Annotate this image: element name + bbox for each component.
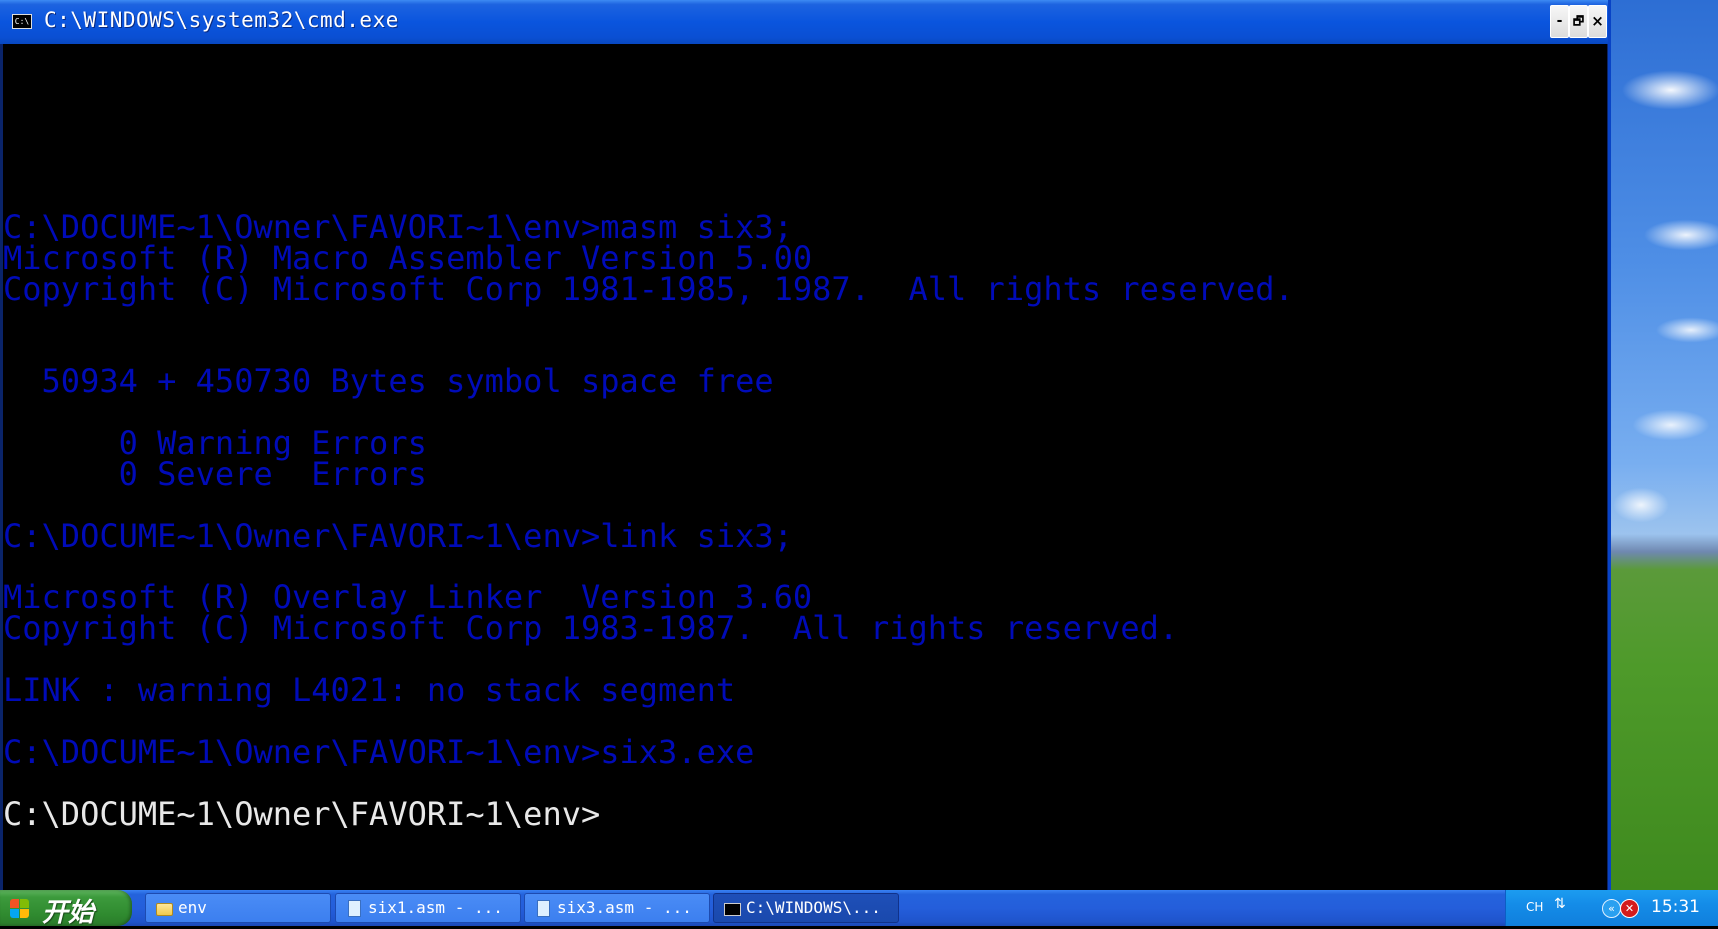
taskbar-item-cmd[interactable]: C:\WINDOWS\...	[713, 893, 899, 923]
start-label: 开始	[42, 898, 95, 928]
taskbar-item-label: env	[178, 898, 207, 917]
taskbar-item-six1-asm[interactable]: six1.asm - ...	[335, 893, 521, 923]
title-bar[interactable]: C:\ C:\WINDOWS\system32\cmd.exe - 🗗 ×	[0, 0, 1608, 44]
start-button[interactable]: 开始	[0, 890, 132, 928]
windows-logo-icon	[10, 899, 30, 919]
command-prompt[interactable]: C:\DOCUME~1\Owner\FAVORI~1\env>	[3, 797, 600, 831]
minimize-button[interactable]: -	[1550, 5, 1569, 38]
cmd-icon	[724, 903, 741, 916]
console-line: Copyright (C) Microsoft Corp 1981-1985, …	[3, 270, 1294, 308]
taskbar-item-six3-asm[interactable]: six3.asm - ...	[524, 893, 710, 923]
desktop-wallpaper	[1611, 0, 1718, 890]
language-indicator[interactable]: CH	[1526, 900, 1543, 914]
console-line: 50934 + 450730 Bytes symbol space free	[3, 362, 774, 400]
console-line: C:\DOCUME~1\Owner\FAVORI~1\env>link six3…	[3, 517, 793, 555]
taskbar: 开始 env six1.asm - ... six3.asm - ... C:\…	[0, 890, 1718, 928]
close-button[interactable]: ×	[1588, 5, 1607, 38]
taskbar-item-label: six3.asm - ...	[557, 898, 692, 917]
console-line: LINK : warning L4021: no stack segment	[3, 671, 736, 709]
console-line: C:\DOCUME~1\Owner\FAVORI~1\env>six3.exe	[3, 733, 755, 771]
security-shield-icon[interactable]: ✕	[1620, 899, 1639, 918]
document-icon	[537, 900, 550, 917]
window-title: C:\WINDOWS\system32\cmd.exe	[44, 8, 399, 32]
system-tray: CH ⇅ « ✕ 15:31	[1505, 890, 1718, 926]
network-icon[interactable]: ⇅	[1554, 896, 1566, 912]
taskbar-item-env[interactable]: env	[145, 893, 331, 923]
taskbar-item-label: C:\WINDOWS\...	[746, 898, 881, 917]
tray-app-icon[interactable]: «	[1602, 899, 1621, 918]
clock[interactable]: 15:31	[1651, 897, 1700, 917]
console-line: 0 Severe Errors	[3, 455, 427, 493]
folder-icon	[156, 903, 173, 916]
document-icon	[348, 900, 361, 917]
restore-button[interactable]: 🗗	[1569, 5, 1588, 38]
console-line: Copyright (C) Microsoft Corp 1983-1987. …	[3, 609, 1179, 647]
taskbar-item-label: six1.asm - ...	[368, 898, 503, 917]
console-output[interactable]: C:\DOCUME~1\Owner\FAVORI~1\env>masm six3…	[3, 44, 1607, 890]
cmd-icon[interactable]: C:\	[12, 14, 32, 29]
cmd-window[interactable]: C:\ C:\WINDOWS\system32\cmd.exe - 🗗 × C:…	[0, 0, 1611, 890]
